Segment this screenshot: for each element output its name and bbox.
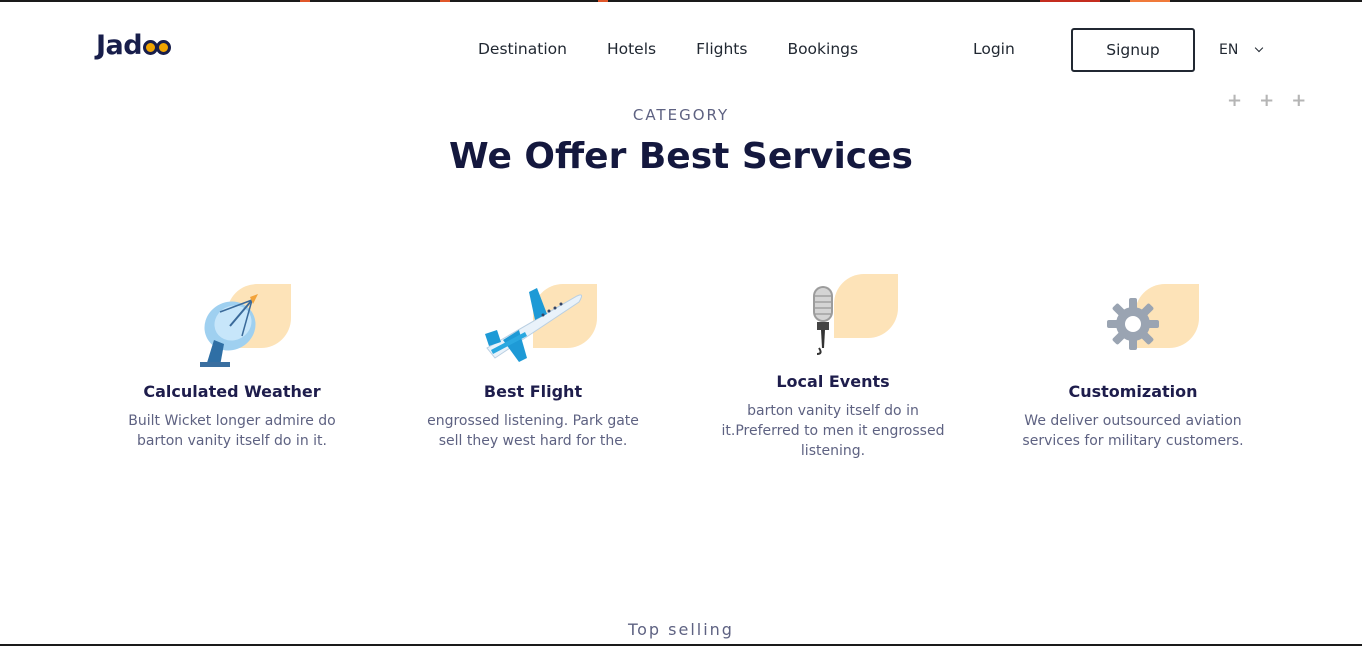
strip-accent (300, 0, 310, 2)
service-card: Best Flight engrossed listening. Park ga… (413, 282, 653, 451)
logo-text: Jad (96, 30, 143, 61)
airplane-icon (485, 288, 583, 362)
chevron-down-icon (1255, 43, 1264, 53)
nav-item-destination[interactable]: Destination (478, 40, 567, 58)
service-title: Customization (1068, 382, 1198, 401)
next-section-eyebrow: Top selling (628, 620, 734, 639)
microphone-icon (813, 286, 833, 355)
strip-accent (598, 0, 608, 2)
service-icon-wrap (1083, 282, 1199, 368)
service-title: Local Events (776, 372, 890, 391)
language-select[interactable]: EN (1219, 42, 1264, 58)
logo-dot-icon (156, 40, 172, 55)
logo[interactable]: Jad (96, 30, 172, 61)
main-nav: Destination Hotels Flights Bookings (478, 40, 898, 58)
nav-item-hotels[interactable]: Hotels (607, 40, 656, 58)
section-title: We Offer Best Services (449, 136, 913, 177)
satellite-dish-icon (200, 294, 258, 367)
service-text: engrossed listening. Park gate sell they… (427, 413, 639, 449)
top-image-strip (0, 0, 1362, 2)
service-card: Calculated Weather Built Wicket longer a… (112, 282, 352, 451)
service-text: barton vanity itself do in it.Preferred … (721, 403, 945, 459)
service-icon-wrap (182, 282, 291, 368)
login-link[interactable]: Login (973, 40, 1015, 58)
service-title: Calculated Weather (143, 382, 321, 401)
service-card: Local Events barton vanity itself do in … (713, 272, 953, 461)
strip-accent (1040, 0, 1100, 2)
service-card: Customization We deliver outsourced avia… (1013, 282, 1253, 451)
service-icon-wrap (483, 282, 597, 368)
strip-accent (440, 0, 450, 2)
section-eyebrow: CATEGORY (632, 106, 730, 124)
strip-accent (1130, 0, 1170, 2)
gear-icon (1107, 298, 1159, 350)
signup-button[interactable]: Signup (1071, 28, 1195, 72)
service-text: We deliver outsourced aviation services … (1022, 413, 1244, 449)
language-label: EN (1219, 42, 1239, 58)
service-icon-wrap (783, 272, 898, 358)
service-text: Built Wicket longer admire do barton van… (128, 413, 336, 449)
nav-item-bookings[interactable]: Bookings (787, 40, 858, 58)
service-title: Best Flight (483, 382, 583, 401)
nav-item-flights[interactable]: Flights (696, 40, 747, 58)
